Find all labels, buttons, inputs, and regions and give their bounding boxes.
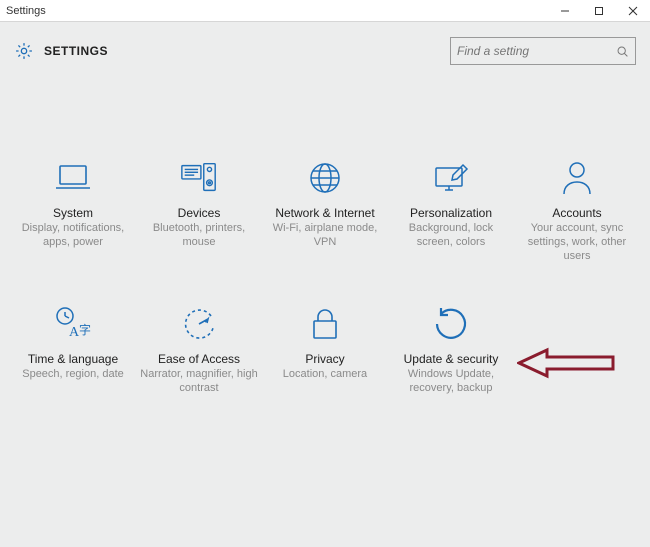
tile-desc: Location, camera xyxy=(283,368,367,382)
tile-system[interactable]: System Display, notifications, apps, pow… xyxy=(12,158,134,298)
search-icon xyxy=(616,45,629,58)
window-controls xyxy=(548,0,650,22)
tile-desc: Narrator, magnifier, high contrast xyxy=(138,368,260,396)
tile-desc: Your account, sync settings, work, other… xyxy=(516,222,638,263)
tile-desc: Background, lock screen, colors xyxy=(390,222,512,250)
window-titlebar: Settings xyxy=(0,0,650,22)
tile-name: System xyxy=(53,206,93,220)
globe-icon xyxy=(305,158,345,198)
header: SETTINGS xyxy=(0,22,650,80)
laptop-icon xyxy=(53,158,93,198)
tile-desc: Wi-Fi, airplane mode, VPN xyxy=(264,222,386,250)
tile-network[interactable]: Network & Internet Wi-Fi, airplane mode,… xyxy=(264,158,386,298)
tile-name: Devices xyxy=(178,206,221,220)
tile-privacy[interactable]: Privacy Location, camera xyxy=(264,304,386,444)
update-icon xyxy=(431,304,471,344)
search-input[interactable] xyxy=(457,44,616,58)
personalization-icon xyxy=(431,158,471,198)
tile-time-language[interactable]: A 字 Time & language Speech, region, date xyxy=(12,304,134,444)
tile-name: Update & security xyxy=(404,352,499,366)
person-icon xyxy=(557,158,597,198)
tile-desc: Speech, region, date xyxy=(22,368,124,382)
tile-update-security[interactable]: Update & security Windows Update, recove… xyxy=(390,304,512,444)
tile-accounts[interactable]: Accounts Your account, sync settings, wo… xyxy=(516,158,638,298)
ease-of-access-icon xyxy=(179,304,219,344)
minimize-button[interactable] xyxy=(548,0,582,22)
tile-personalization[interactable]: Personalization Background, lock screen,… xyxy=(390,158,512,298)
tile-desc: Display, notifications, apps, power xyxy=(12,222,134,250)
tile-name: Privacy xyxy=(305,352,344,366)
devices-icon xyxy=(179,158,219,198)
window-title: Settings xyxy=(6,5,548,17)
maximize-button[interactable] xyxy=(582,0,616,22)
lock-icon xyxy=(305,304,345,344)
tile-name: Personalization xyxy=(410,206,492,220)
tile-name: Time & language xyxy=(28,352,118,366)
tile-devices[interactable]: Devices Bluetooth, printers, mouse xyxy=(138,158,260,298)
tile-ease-of-access[interactable]: Ease of Access Narrator, magnifier, high… xyxy=(138,304,260,444)
tile-desc: Windows Update, recovery, backup xyxy=(390,368,512,396)
gear-icon xyxy=(14,41,34,61)
tile-name: Accounts xyxy=(552,206,601,220)
svg-text:字: 字 xyxy=(79,322,91,337)
time-language-icon: A 字 xyxy=(53,304,93,344)
tile-name: Network & Internet xyxy=(275,206,374,220)
tile-desc: Bluetooth, printers, mouse xyxy=(138,222,260,250)
close-button[interactable] xyxy=(616,0,650,22)
page-title: SETTINGS xyxy=(44,44,108,58)
search-box[interactable] xyxy=(450,37,636,65)
settings-grid: System Display, notifications, apps, pow… xyxy=(0,80,650,547)
tile-name: Ease of Access xyxy=(158,352,240,366)
